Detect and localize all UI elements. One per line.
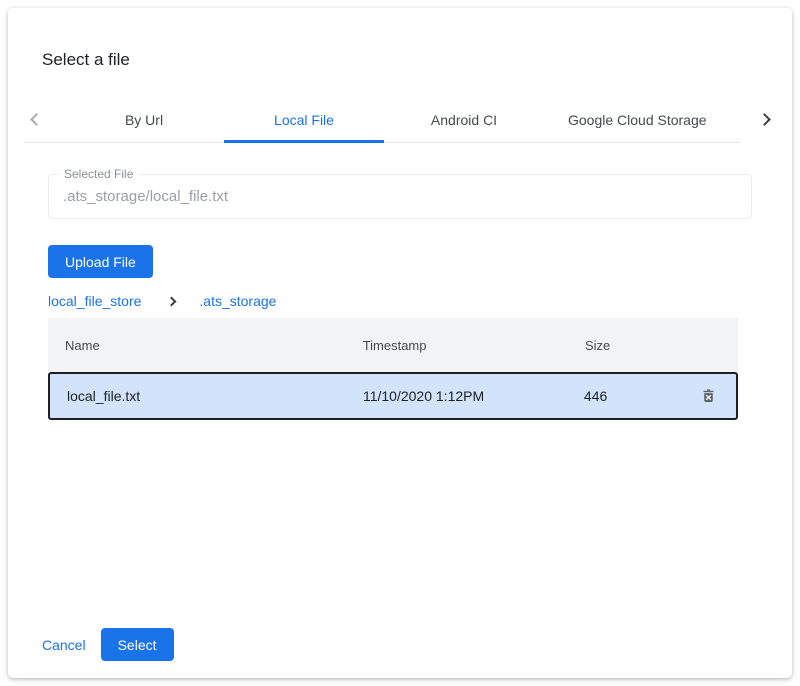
tab-header: By Url Local File Android CI Google Clou… <box>8 96 792 143</box>
delete-file-button[interactable] <box>694 382 722 410</box>
tab-list: By Url Local File Android CI Google Clou… <box>64 96 731 143</box>
tab-paginator-left[interactable] <box>8 96 64 143</box>
tab-local-file[interactable]: Local File <box>224 96 384 143</box>
table-row[interactable]: local_file.txt 11/10/2020 1:12PM 446 <box>48 372 738 420</box>
chevron-right-icon <box>167 296 177 306</box>
cancel-button[interactable]: Cancel <box>42 637 86 653</box>
breadcrumb-item-root[interactable]: local_file_store <box>48 293 141 309</box>
column-header-size: Size <box>569 338 682 353</box>
select-file-dialog: Select a file By Url Local File Android … <box>8 8 792 678</box>
dialog-footer: Cancel Select <box>42 628 174 661</box>
file-size-cell: 446 <box>568 388 680 404</box>
select-button[interactable]: Select <box>101 628 174 661</box>
chevron-left-icon <box>30 113 43 126</box>
tab-by-url[interactable]: By Url <box>64 96 224 143</box>
delete-forever-icon <box>700 387 717 405</box>
upload-file-button[interactable]: Upload File <box>48 245 153 278</box>
selected-file-input[interactable] <box>49 175 751 218</box>
dialog-title: Select a file <box>8 8 792 70</box>
tab-paginator-right[interactable] <box>736 96 792 143</box>
table-header-row: Name Timestamp Size <box>48 318 738 372</box>
file-timestamp-cell: 11/10/2020 1:12PM <box>345 388 568 404</box>
tab-body: Selected File Upload File local_file_sto… <box>8 174 792 420</box>
chevron-right-icon <box>758 113 771 126</box>
tab-google-cloud-storage[interactable]: Google Cloud Storage <box>544 96 731 143</box>
breadcrumb: local_file_store .ats_storage <box>48 292 752 310</box>
tab-android-ci[interactable]: Android CI <box>384 96 544 143</box>
selected-file-field: Selected File <box>48 174 752 219</box>
column-header-timestamp: Timestamp <box>345 338 569 353</box>
breadcrumb-item-folder[interactable]: .ats_storage <box>199 293 276 309</box>
file-name-cell: local_file.txt <box>50 388 345 404</box>
selected-file-label: Selected File <box>59 167 138 181</box>
file-table: Name Timestamp Size local_file.txt 11/10… <box>48 318 738 420</box>
column-header-name: Name <box>48 338 345 353</box>
